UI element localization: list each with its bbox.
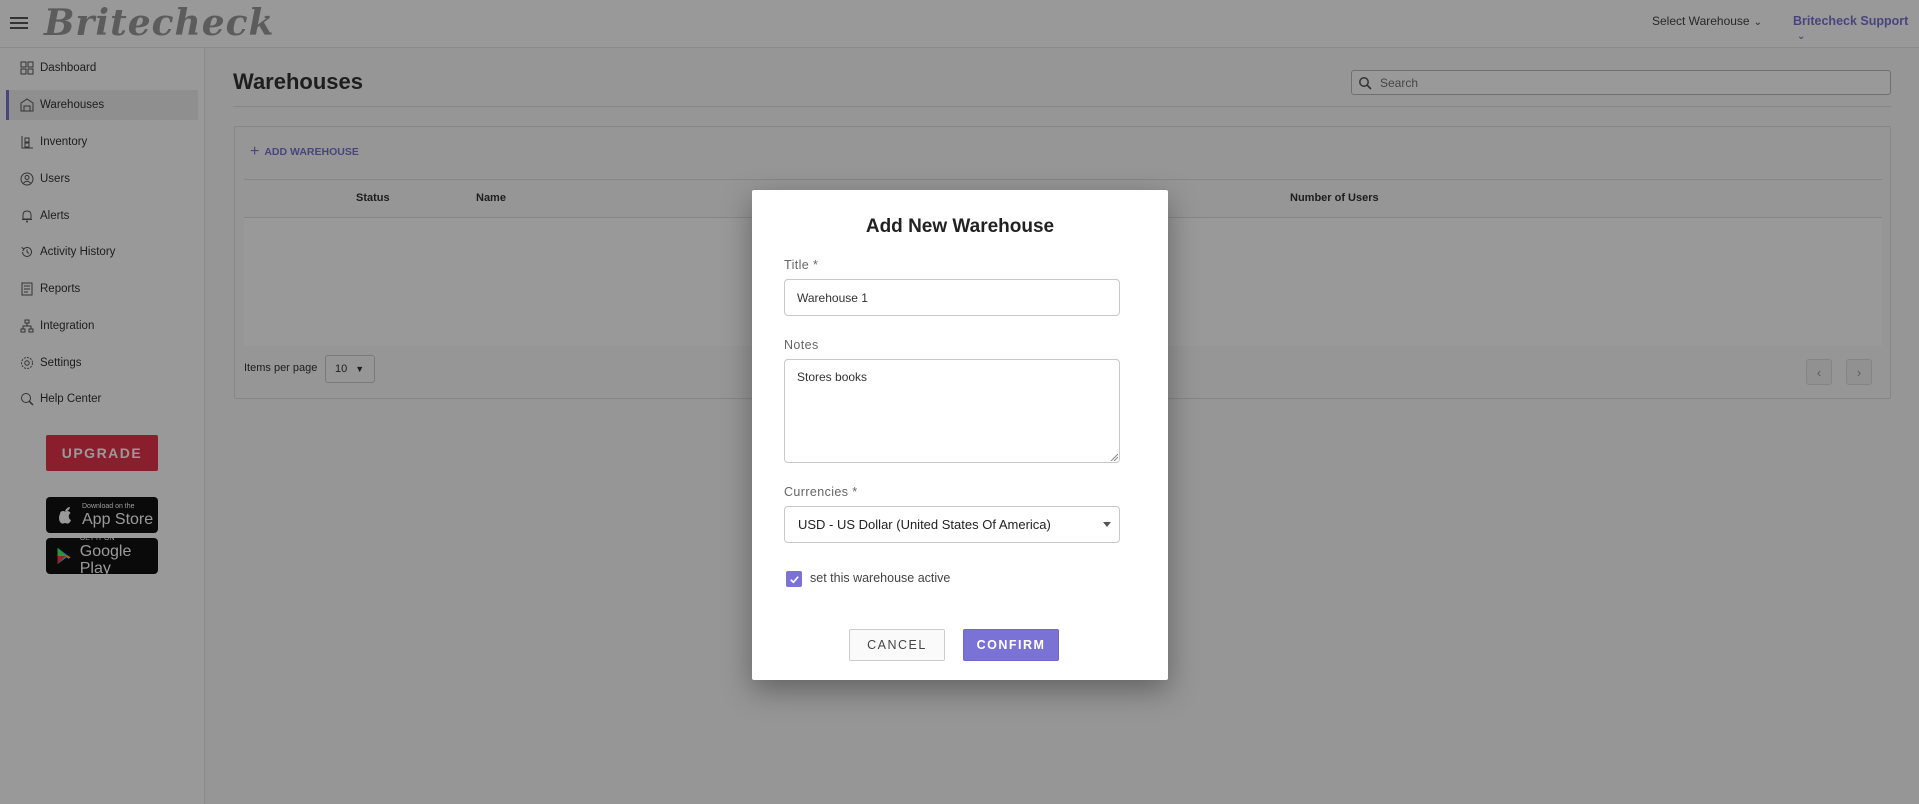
currency-selected-value: USD - US Dollar (United States Of Americ… xyxy=(798,517,1051,532)
currency-select[interactable]: USD - US Dollar (United States Of Americ… xyxy=(784,506,1120,543)
notes-field-label: Notes xyxy=(784,338,819,352)
add-warehouse-dialog: Add New Warehouse Title * Notes Stores b… xyxy=(752,190,1168,680)
active-checkbox-label[interactable]: set this warehouse active xyxy=(810,571,950,585)
check-icon xyxy=(789,575,799,583)
caret-down-icon xyxy=(1103,522,1111,527)
confirm-button[interactable]: CONFIRM xyxy=(963,629,1059,661)
currencies-field-label: Currencies * xyxy=(784,485,858,499)
title-field-label: Title * xyxy=(784,258,819,272)
dialog-title: Add New Warehouse xyxy=(865,216,1055,237)
active-checkbox[interactable] xyxy=(786,571,802,587)
title-input[interactable] xyxy=(784,279,1120,316)
cancel-button[interactable]: CANCEL xyxy=(849,629,945,661)
notes-textarea[interactable]: Stores books xyxy=(784,359,1120,463)
app-root: Britecheck Select Warehouse ⌄ Britecheck … xyxy=(0,0,1919,804)
resize-handle-icon[interactable] xyxy=(1110,453,1118,461)
